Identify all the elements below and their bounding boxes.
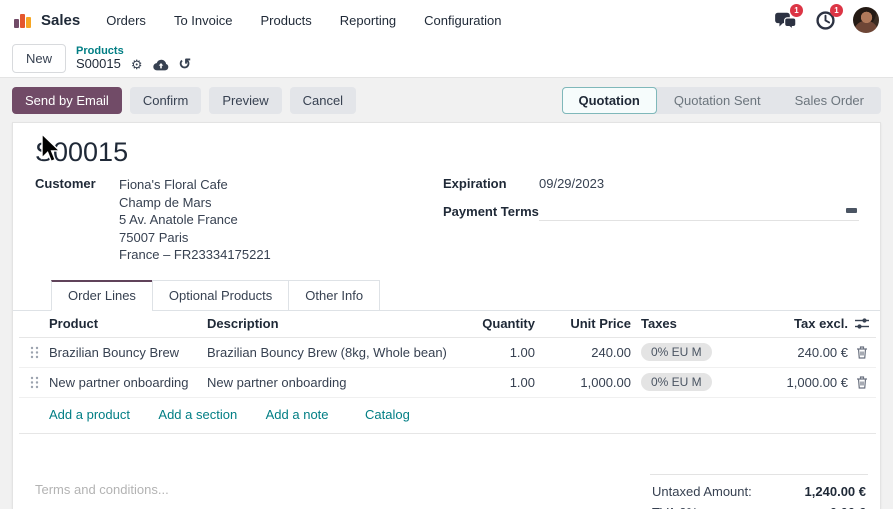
tax-label: TVA 0%: bbox=[652, 505, 702, 509]
order-lines-table: Product Description Quantity Unit Price … bbox=[19, 311, 876, 434]
col-quantity[interactable]: Quantity bbox=[449, 316, 535, 331]
settings-gear-icon[interactable]: ⚙ bbox=[131, 58, 143, 71]
save-cloud-icon[interactable] bbox=[153, 59, 169, 71]
notebook-tabs: Order Lines Optional Products Other Info bbox=[13, 280, 880, 311]
main-menu: Orders To Invoice Products Reporting Con… bbox=[106, 13, 501, 28]
activities-badge: 1 bbox=[830, 4, 843, 17]
cell-subtotal: 1,000.00 € bbox=[747, 375, 848, 390]
tax-value: 0.00 € bbox=[830, 505, 866, 509]
totals-block: Untaxed Amount: 1,240.00 € TVA 0%: 0.00 … bbox=[650, 474, 868, 509]
order-line-row[interactable]: Brazilian Bouncy Brew Brazilian Bouncy B… bbox=[19, 338, 876, 368]
col-tax-excl[interactable]: Tax excl. bbox=[747, 316, 848, 331]
catalog-link[interactable]: Catalog bbox=[365, 407, 410, 422]
customer-name[interactable]: Fiona's Floral Cafe bbox=[119, 176, 443, 194]
dropdown-caret-icon[interactable] bbox=[846, 208, 857, 213]
breadcrumb-current: S00015 bbox=[76, 57, 121, 71]
cell-unit-price[interactable]: 240.00 bbox=[535, 345, 631, 360]
customer-label: Customer bbox=[35, 176, 119, 264]
customer-field[interactable]: Fiona's Floral Cafe Champ de Mars 5 Av. … bbox=[119, 176, 443, 264]
col-taxes[interactable]: Taxes bbox=[631, 316, 747, 331]
status-step-quotation-sent[interactable]: Quotation Sent bbox=[657, 87, 778, 114]
expiration-value[interactable]: 09/29/2023 bbox=[539, 176, 859, 191]
send-by-email-button[interactable]: Send by Email bbox=[12, 87, 122, 114]
sheet-footer: Terms and conditions... Untaxed Amount: … bbox=[13, 474, 880, 509]
menu-item-products[interactable]: Products bbox=[260, 13, 311, 28]
breadcrumb-parent[interactable]: Products bbox=[76, 45, 191, 57]
status-step-sales-order[interactable]: Sales Order bbox=[778, 87, 881, 114]
app-name[interactable]: Sales bbox=[41, 12, 80, 29]
user-avatar[interactable] bbox=[853, 7, 879, 33]
order-reference-title[interactable]: S00015 bbox=[35, 137, 880, 168]
action-bar: Send by Email Confirm Preview Cancel Quo… bbox=[0, 78, 893, 122]
quotation-sheet: S00015 Customer Fiona's Floral Cafe Cham… bbox=[12, 122, 881, 509]
control-panel: New Products S00015 ⚙ ↺ bbox=[0, 40, 893, 78]
messages-badge: 1 bbox=[790, 4, 803, 17]
cell-description[interactable]: Brazilian Bouncy Brew (8kg, Whole bean) bbox=[207, 345, 449, 360]
tab-other-info[interactable]: Other Info bbox=[288, 280, 380, 311]
tab-order-lines[interactable]: Order Lines bbox=[51, 280, 153, 311]
untaxed-amount-value: 1,240.00 € bbox=[805, 484, 866, 499]
form-fields: Customer Fiona's Floral Cafe Champ de Ma… bbox=[13, 176, 880, 264]
tax-tag[interactable]: 0% EU M bbox=[641, 373, 712, 391]
tax-tag[interactable]: 0% EU M bbox=[641, 343, 712, 361]
messages-button[interactable]: 1 bbox=[773, 8, 797, 32]
menu-item-configuration[interactable]: Configuration bbox=[424, 13, 501, 28]
table-footer-links: Add a product Add a section Add a note C… bbox=[19, 398, 876, 434]
status-step-quotation[interactable]: Quotation bbox=[562, 87, 657, 114]
sliders-icon bbox=[855, 317, 869, 330]
menu-item-reporting[interactable]: Reporting bbox=[340, 13, 396, 28]
confirm-button[interactable]: Confirm bbox=[130, 87, 202, 114]
menu-item-to-invoice[interactable]: To Invoice bbox=[174, 13, 233, 28]
new-button[interactable]: New bbox=[12, 44, 66, 73]
customer-address-line: Champ de Mars bbox=[119, 194, 443, 212]
tab-optional-products[interactable]: Optional Products bbox=[152, 280, 289, 311]
cell-description[interactable]: New partner onboarding bbox=[207, 375, 449, 390]
cell-product[interactable]: Brazilian Bouncy Brew bbox=[49, 345, 207, 360]
add-a-section-link[interactable]: Add a section bbox=[158, 407, 237, 422]
cancel-button[interactable]: Cancel bbox=[290, 87, 356, 114]
optional-columns-button[interactable] bbox=[848, 317, 876, 330]
untaxed-amount-label: Untaxed Amount: bbox=[652, 484, 752, 499]
odoo-graph-logo-icon[interactable] bbox=[14, 12, 31, 28]
col-description[interactable]: Description bbox=[207, 316, 449, 331]
delete-row-button[interactable] bbox=[848, 346, 876, 359]
cell-quantity[interactable]: 1.00 bbox=[449, 345, 535, 360]
col-unit-price[interactable]: Unit Price bbox=[535, 316, 631, 331]
terms-and-conditions-field[interactable]: Terms and conditions... bbox=[35, 482, 169, 509]
drag-handle-icon[interactable] bbox=[19, 346, 49, 359]
breadcrumb: Products S00015 ⚙ ↺ bbox=[76, 45, 191, 72]
cell-unit-price[interactable]: 1,000.00 bbox=[535, 375, 631, 390]
customer-address-line: 75007 Paris bbox=[119, 229, 443, 247]
discard-undo-icon[interactable]: ↺ bbox=[179, 57, 192, 72]
drag-handle-icon[interactable] bbox=[19, 376, 49, 389]
order-line-row[interactable]: New partner onboarding New partner onboa… bbox=[19, 368, 876, 398]
preview-button[interactable]: Preview bbox=[209, 87, 281, 114]
trash-icon bbox=[856, 346, 868, 359]
trash-icon bbox=[856, 376, 868, 389]
menu-item-orders[interactable]: Orders bbox=[106, 13, 146, 28]
cell-product[interactable]: New partner onboarding bbox=[49, 375, 207, 390]
payment-terms-label: Payment Terms bbox=[443, 204, 539, 219]
add-a-product-link[interactable]: Add a product bbox=[49, 407, 130, 422]
payment-terms-field[interactable] bbox=[539, 201, 859, 221]
top-nav: Sales Orders To Invoice Products Reporti… bbox=[0, 0, 893, 40]
activities-button[interactable]: 1 bbox=[813, 8, 837, 32]
delete-row-button[interactable] bbox=[848, 376, 876, 389]
customer-address-line: 5 Av. Anatole France bbox=[119, 211, 443, 229]
cell-subtotal: 240.00 € bbox=[747, 345, 848, 360]
table-header-row: Product Description Quantity Unit Price … bbox=[19, 311, 876, 338]
status-bar: Quotation Quotation Sent Sales Order bbox=[562, 87, 882, 114]
expiration-label: Expiration bbox=[443, 176, 539, 191]
customer-address-line: France – FR23334175221 bbox=[119, 246, 443, 264]
cell-quantity[interactable]: 1.00 bbox=[449, 375, 535, 390]
col-product[interactable]: Product bbox=[49, 316, 207, 331]
add-a-note-link[interactable]: Add a note bbox=[266, 407, 329, 422]
